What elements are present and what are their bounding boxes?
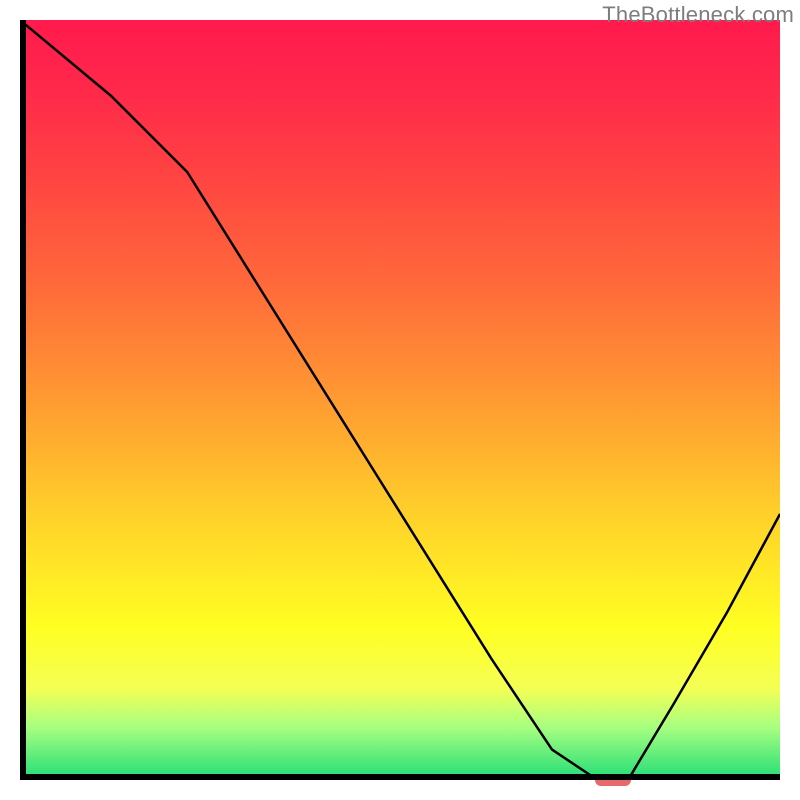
y-axis [20,20,26,780]
plot-area [20,20,780,780]
curve-overlay [20,20,780,780]
x-axis [20,774,780,780]
bottleneck-chart: TheBottleneck.com [0,0,800,800]
bottleneck-curve-path [20,20,780,780]
watermark-text: TheBottleneck.com [602,2,794,28]
